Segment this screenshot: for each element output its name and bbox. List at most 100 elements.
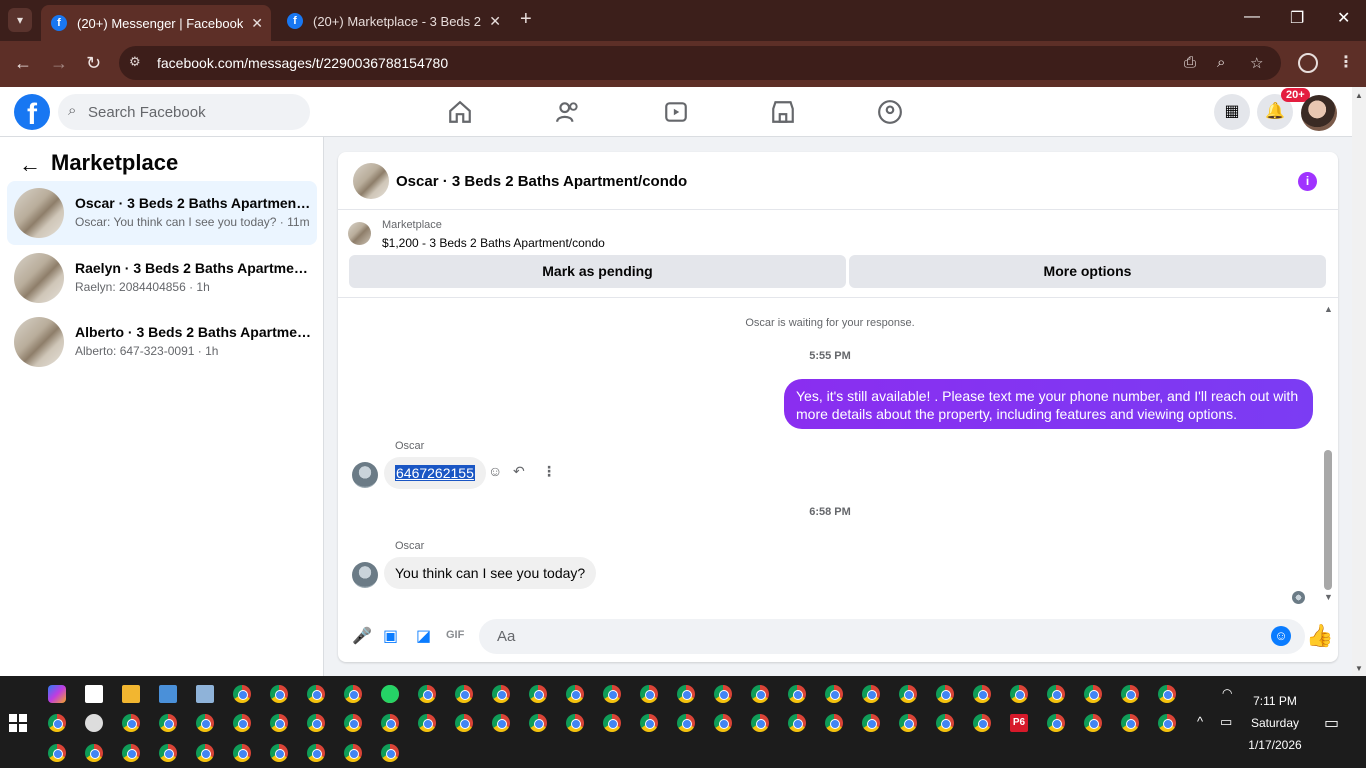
chrome-taskbar-icon[interactable] — [1084, 714, 1102, 732]
chrome-taskbar-icon[interactable] — [973, 714, 991, 732]
url-text[interactable]: facebook.com/messages/t/2290036788154780 — [157, 55, 448, 71]
notification-center-icon[interactable]: ▭ — [1324, 713, 1339, 733]
wifi-icon[interactable]: ◠ — [1222, 686, 1232, 700]
scroll-up-icon[interactable]: ▲ — [1355, 91, 1363, 100]
battery-icon[interactable]: ▭ — [1220, 714, 1232, 730]
chrome-taskbar-icon[interactable] — [1121, 714, 1139, 732]
back-arrow-icon[interactable]: ← — [19, 152, 41, 178]
back-icon[interactable]: ← — [14, 53, 32, 74]
video-icon[interactable] — [663, 99, 689, 125]
chrome-taskbar-icon[interactable] — [825, 714, 843, 732]
chrome-taskbar-icon[interactable] — [788, 685, 806, 703]
reply-icon[interactable]: ↶ — [513, 463, 525, 480]
chrome-taskbar-icon[interactable] — [492, 714, 510, 732]
outgoing-message[interactable]: Yes, it's still available! . Please text… — [784, 379, 1313, 429]
sender-avatar[interactable] — [352, 562, 378, 588]
chrome-taskbar-icon[interactable] — [788, 714, 806, 732]
tab-messenger[interactable]: f (20+) Messenger | Facebook ✕ — [41, 5, 271, 41]
chrome-taskbar-icon[interactable] — [381, 714, 399, 732]
menu-grid-icon[interactable]: ▦ — [1214, 94, 1250, 130]
chrome-taskbar-icon[interactable] — [751, 714, 769, 732]
settings-gear-icon[interactable] — [85, 714, 103, 732]
chrome-taskbar-icon[interactable] — [1010, 685, 1028, 703]
chrome-taskbar-icon[interactable] — [1047, 685, 1065, 703]
chrome-taskbar-icon[interactable] — [862, 685, 880, 703]
profile-icon[interactable] — [1298, 53, 1318, 73]
minimize-icon[interactable]: — — [1244, 8, 1260, 26]
chrome-taskbar-icon[interactable] — [566, 685, 584, 703]
chrome-taskbar-icon[interactable] — [640, 685, 658, 703]
chrome-taskbar-icon[interactable] — [122, 714, 140, 732]
chrome-taskbar-icon[interactable] — [1084, 685, 1102, 703]
chrome-taskbar-icon[interactable] — [307, 714, 325, 732]
search-input[interactable] — [88, 94, 298, 130]
microsoft-store-icon[interactable] — [85, 685, 103, 703]
p6-app-icon[interactable]: P6 — [1010, 714, 1028, 732]
chrome-taskbar-icon[interactable] — [455, 714, 473, 732]
new-tab-icon[interactable]: + — [520, 8, 532, 31]
like-icon[interactable]: 👍 — [1306, 623, 1333, 649]
mark-as-pending-button[interactable]: Mark as pending — [349, 255, 846, 288]
home-icon[interactable] — [447, 99, 473, 125]
chrome-taskbar-icon[interactable] — [936, 685, 954, 703]
react-icon[interactable]: ☺ — [488, 463, 502, 479]
site-settings-icon[interactable]: ⚙ — [129, 54, 147, 72]
chrome-taskbar-icon[interactable] — [159, 744, 177, 762]
chrome-taskbar-icon[interactable] — [899, 685, 917, 703]
install-app-icon[interactable]: ⎙ — [1184, 54, 1196, 71]
chrome-taskbar-icon[interactable] — [1158, 685, 1176, 703]
browser-menu-icon[interactable]: ⋮ — [1338, 52, 1354, 72]
sticker-icon[interactable]: ◪ — [416, 626, 431, 646]
microphone-icon[interactable]: 🎤 — [352, 626, 372, 646]
copilot-icon[interactable] — [48, 685, 66, 703]
chrome-taskbar-icon[interactable] — [381, 744, 399, 762]
chrome-taskbar-icon[interactable] — [936, 714, 954, 732]
listing-description[interactable]: $1,200 - 3 Beds 2 Baths Apartment/condo — [382, 236, 605, 250]
show-hidden-icons[interactable]: ^ — [1197, 714, 1203, 729]
chat-scrollbar[interactable]: ▲ ▼ — [1323, 304, 1333, 604]
chrome-taskbar-icon[interactable] — [48, 714, 66, 732]
more-options-button[interactable]: More options — [849, 255, 1326, 288]
chrome-taskbar-icon[interactable] — [344, 744, 362, 762]
more-actions-icon[interactable]: ⋮ — [542, 463, 556, 480]
forward-icon[interactable]: → — [50, 53, 68, 74]
tab-search-button[interactable]: ▾ — [8, 8, 32, 32]
keyboard-icon[interactable] — [159, 685, 177, 703]
chat-title[interactable]: Oscar · 3 Beds 2 Baths Apartment/condo — [396, 173, 687, 190]
chrome-taskbar-icon[interactable] — [85, 744, 103, 762]
incoming-message[interactable]: You think can I see you today? — [384, 557, 597, 589]
chrome-taskbar-icon[interactable] — [122, 744, 140, 762]
search-box[interactable]: ⌕ — [58, 94, 310, 130]
tab-close-icon[interactable]: ✕ — [251, 15, 263, 32]
message-input[interactable] — [479, 619, 1305, 654]
sender-avatar[interactable] — [352, 462, 378, 488]
gif-icon[interactable]: GIF — [446, 629, 464, 641]
chrome-taskbar-icon[interactable] — [196, 744, 214, 762]
chrome-taskbar-icon[interactable] — [714, 714, 732, 732]
chrome-taskbar-icon[interactable] — [640, 714, 658, 732]
address-bar[interactable]: ⚙ facebook.com/messages/t/22900367881547… — [119, 46, 1281, 80]
groups-icon[interactable] — [877, 99, 903, 125]
photo-icon[interactable]: ▣ — [383, 626, 398, 646]
chrome-taskbar-icon[interactable] — [677, 685, 695, 703]
scroll-thumb[interactable] — [1324, 450, 1332, 590]
chrome-taskbar-icon[interactable] — [973, 685, 991, 703]
chrome-taskbar-icon[interactable] — [196, 714, 214, 732]
zoom-icon[interactable]: ⌕ — [1217, 54, 1225, 71]
chrome-taskbar-icon[interactable] — [566, 714, 584, 732]
chrome-taskbar-icon[interactable] — [825, 685, 843, 703]
chrome-taskbar-icon[interactable] — [1158, 714, 1176, 732]
whatsapp-icon[interactable] — [381, 685, 399, 703]
chrome-taskbar-icon[interactable] — [307, 744, 325, 762]
chrome-taskbar-icon[interactable] — [714, 685, 732, 703]
page-scrollbar[interactable]: ▲ ▼ — [1352, 87, 1366, 676]
chrome-taskbar-icon[interactable] — [529, 685, 547, 703]
account-avatar[interactable] — [1301, 95, 1337, 131]
system-clock[interactable]: 7:11 PM Saturday 1/17/2026 — [1240, 690, 1310, 756]
scroll-up-icon[interactable]: ▲ — [1324, 304, 1333, 314]
chrome-taskbar-icon[interactable] — [751, 685, 769, 703]
chat-listing-thumbnail[interactable] — [353, 163, 389, 199]
conversation-item-alberto[interactable]: Alberto · 3 Beds 2 Baths Apartmen... Alb… — [7, 310, 317, 374]
conversation-item-raelyn[interactable]: Raelyn · 3 Beds 2 Baths Apartment... Rae… — [7, 246, 317, 310]
info-icon[interactable]: i — [1298, 172, 1317, 191]
